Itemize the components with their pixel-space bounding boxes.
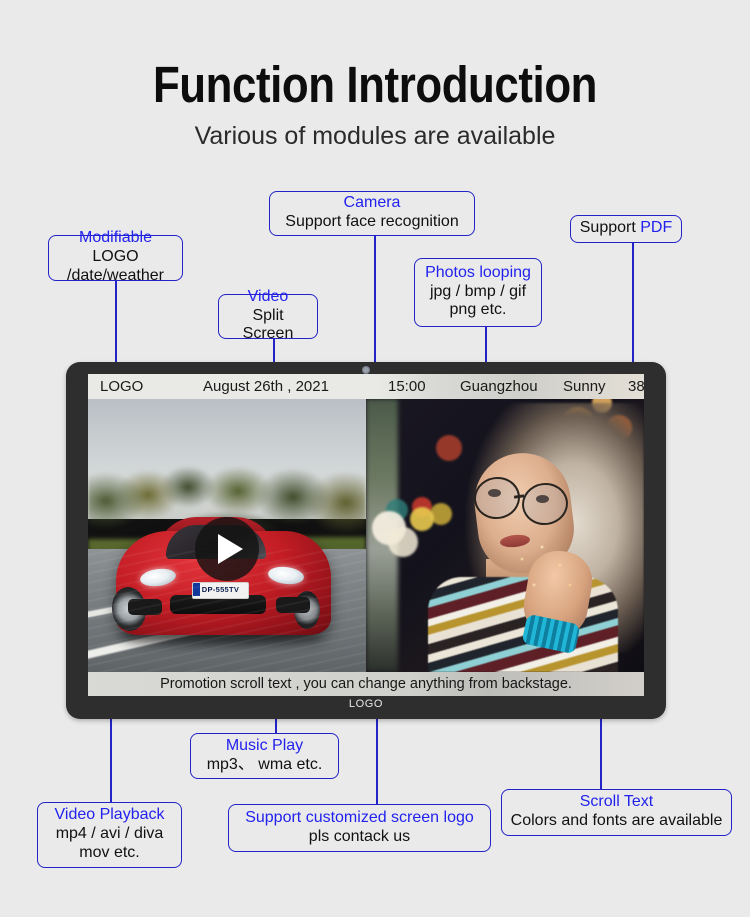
play-button[interactable] [195,517,259,581]
callout-camera[interactable]: Camera Support face recognition [269,191,475,236]
callout-line-3: png etc. [449,301,507,319]
callout-line-2: /date/weather [67,266,164,284]
video-panel[interactable]: DP-555TV [88,399,366,672]
callout-line-1: Support PDF [579,219,673,237]
page-subtitle: Various of modules are available [194,122,556,150]
status-temperature: 38°C [628,378,644,395]
play-triangle-icon [217,534,243,564]
bokeh-light [388,527,418,557]
callout-scroll-text[interactable]: Scroll Text Colors and fonts are availab… [501,789,732,836]
connector-screen-logo [376,714,378,804]
callout-line-1: Scroll Text [579,793,654,811]
split-screen-panels: DP-555TV [88,399,644,672]
callout-modifiable-logo[interactable]: Modifiable LOGO /date/weather [48,229,183,284]
callout-line-2: mp3、 wma etc. [206,755,323,773]
bezel-logo: LOGO [348,698,384,710]
status-time: 15:00 [388,378,426,395]
callout-music-play[interactable]: Music Play mp3、 wma etc. [190,733,339,779]
callout-photos-looping[interactable]: Photos looping jpg / bmp / gif png etc. [414,258,542,327]
callout-line-1: Camera [343,194,401,212]
callout-line-1: Video [247,287,289,305]
callout-line-2: mp4 / avi / diva [55,825,164,843]
poster-canvas: Function Introduction Various of modules… [0,0,750,917]
tablet-screen: LOGO August 26th , 2021 15:00 Guangzhou … [88,374,644,696]
callout-line-2: Support face recognition [285,213,459,230]
callout-line-1: Video Playback [54,806,165,824]
scroll-text-bar: Promotion scroll text , you can change a… [88,672,644,696]
status-logo: LOGO [100,378,144,395]
callout-line-2: jpg / bmp / gif [429,282,527,300]
photo-panel[interactable] [366,399,644,672]
tablet-device: LOGO August 26th , 2021 15:00 Guangzhou … [66,362,666,719]
callout-line-2: Colors and fonts are available [510,812,723,829]
front-camera-icon [362,366,370,374]
callout-support-pdf[interactable]: Support PDF [570,215,682,243]
callout-line-2: Split Screen [242,306,294,343]
status-bar: LOGO August 26th , 2021 15:00 Guangzhou … [88,374,644,399]
callout-video-playback[interactable]: Video Playback mp4 / avi / diva mov etc. [37,802,182,868]
sparkle-lights [508,539,588,605]
status-weather: Sunny [563,378,606,395]
bokeh-light [410,507,434,531]
callout-line-1: Music Play [225,736,304,754]
page-title: Function Introduction [152,56,598,113]
callout-line-1: Modifiable LOGO [79,229,152,266]
status-city: Guangzhou [460,378,538,395]
status-date: August 26th , 2021 [203,378,329,395]
callout-video-split[interactable]: Video Split Screen [218,288,318,342]
callout-line-2: pls contack us [308,827,411,845]
callout-line-1: Photos looping [425,263,531,281]
callout-line-1: Support customized screen logo [245,808,474,826]
callout-line-3: mov etc. [79,843,140,861]
connector-camera [374,236,376,366]
callout-screen-logo[interactable]: Support customized screen logo pls conta… [228,804,491,852]
